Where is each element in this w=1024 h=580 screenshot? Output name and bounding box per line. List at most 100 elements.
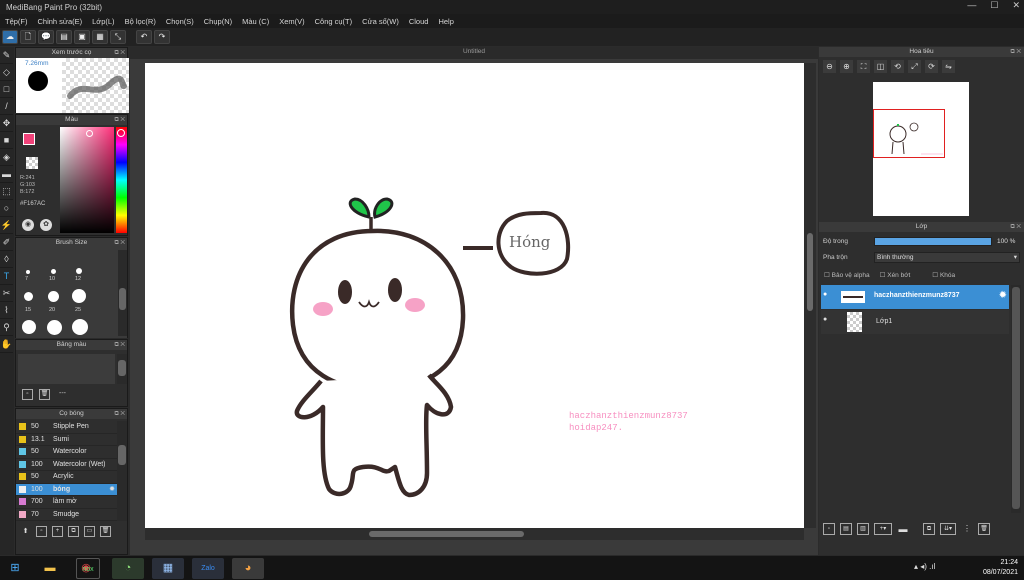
- size-dot-15[interactable]: [24, 292, 33, 301]
- menu-window[interactable]: Cửa sổ(W): [357, 17, 404, 26]
- brush-duplicate-icon[interactable]: ⧉: [68, 526, 79, 537]
- dropper-icon[interactable]: ⌇: [0, 302, 13, 319]
- brush-item[interactable]: 50 Watercolor: [16, 446, 117, 459]
- visibility-eye-icon[interactable]: ●: [823, 291, 827, 298]
- layer-folder-icon[interactable]: ▬: [897, 523, 909, 535]
- palette-scrollbar[interactable]: [117, 354, 127, 384]
- visibility-eye-icon[interactable]: ●: [823, 316, 827, 323]
- comment-icon[interactable]: 💬: [38, 30, 54, 44]
- brush-item-selected[interactable]: 100 bóng ✹: [16, 483, 117, 496]
- system-tray-icons[interactable]: ▴ ◂) .ıl: [914, 562, 935, 571]
- select-icon[interactable]: ⬚: [0, 183, 13, 200]
- layer-row[interactable]: ● Lớp1: [821, 310, 1009, 334]
- bucket-icon[interactable]: ◈: [0, 149, 13, 166]
- brush-list-scrollbar[interactable]: [117, 421, 127, 521]
- taskbar-clock[interactable]: 21:24 08/07/2021: [983, 558, 1018, 578]
- menu-help[interactable]: Help: [433, 17, 458, 26]
- size-dot-7[interactable]: [26, 270, 30, 274]
- panel-menu-icon[interactable]: ⧉ ✕: [114, 238, 125, 248]
- new-layer-menu-icon[interactable]: +▾: [874, 523, 892, 535]
- panel-menu-icon[interactable]: ⧉ ✕: [1010, 222, 1021, 232]
- layer-icon[interactable]: ▣: [74, 30, 90, 44]
- fullscreen-icon[interactable]: ⤢: [908, 60, 921, 73]
- hand-icon[interactable]: ✋: [0, 336, 13, 353]
- menu-file[interactable]: Tệp(F): [0, 17, 33, 26]
- opacity-slider[interactable]: [874, 237, 992, 246]
- panel-menu-icon[interactable]: ⧉ ✕: [1010, 47, 1021, 57]
- brush-settings-icon[interactable]: ✹: [109, 485, 115, 493]
- canvas-horizontal-scrollbar[interactable]: [145, 528, 804, 540]
- brush-add-icon[interactable]: +: [52, 526, 63, 537]
- merge-layer-icon[interactable]: ⇊▾: [940, 523, 956, 535]
- palette-area[interactable]: [18, 354, 115, 384]
- magic-wand-icon[interactable]: ⚡: [0, 217, 13, 234]
- eyedropper-color-icon[interactable]: ◉: [22, 219, 34, 231]
- new-palette-icon[interactable]: ▫: [22, 389, 33, 400]
- fit-icon[interactable]: ⛶: [857, 60, 870, 73]
- zalo-icon[interactable]: Zalo: [192, 558, 224, 579]
- hue-slider[interactable]: [116, 127, 127, 233]
- menu-filter[interactable]: Bộ lọc(R): [120, 17, 161, 26]
- primary-color-swatch[interactable]: [23, 133, 35, 145]
- transform-icon[interactable]: ⤡: [110, 30, 126, 44]
- menu-tools[interactable]: Công cụ(T): [310, 17, 358, 26]
- zoom-in-icon[interactable]: ⊕: [840, 60, 853, 73]
- brush-item[interactable]: 700 làm mờ: [16, 496, 117, 509]
- canvas-vertical-scrollbar[interactable]: [804, 63, 816, 528]
- drawing-canvas[interactable]: Hóng haczhanzthienzmunz8737 hoidap247.: [145, 63, 804, 528]
- panel-menu-icon[interactable]: ⧉ ✕: [114, 48, 125, 58]
- brush-new-icon[interactable]: ▫: [36, 526, 47, 537]
- duplicate-layer-icon[interactable]: ⧉: [923, 523, 935, 535]
- select-eraser-icon[interactable]: ◊: [0, 251, 13, 268]
- brush-item[interactable]: 50 Acrylic: [16, 471, 117, 484]
- eraser-icon[interactable]: ◇: [0, 64, 13, 81]
- brush-icon[interactable]: /: [0, 98, 13, 115]
- undo-icon[interactable]: ↶: [136, 30, 152, 44]
- medibang-icon[interactable]: ◕: [232, 558, 264, 579]
- lasso-icon[interactable]: ○: [0, 200, 13, 217]
- delete-palette-icon[interactable]: 🗑: [39, 389, 50, 400]
- fill-rect-icon[interactable]: ■: [0, 132, 13, 149]
- size-dot-30[interactable]: [22, 320, 36, 334]
- move-icon[interactable]: ✥: [0, 115, 13, 132]
- size-dot-12[interactable]: [76, 268, 82, 274]
- new-1bit-layer-icon[interactable]: ▥: [857, 523, 869, 535]
- pen-icon[interactable]: ✎: [0, 47, 13, 64]
- panel-menu-icon[interactable]: ⧉ ✕: [114, 340, 125, 350]
- new-halftone-layer-icon[interactable]: ▤: [840, 523, 852, 535]
- close-button[interactable]: ✕: [1012, 0, 1020, 11]
- palette-select[interactable]: ---: [59, 390, 66, 397]
- clipping-checkbox[interactable]: ☐ Xén bớt: [880, 271, 911, 279]
- menu-layer[interactable]: Lớp(L): [87, 17, 119, 26]
- lock-checkbox[interactable]: ☐ Khóa: [932, 271, 955, 279]
- size-dot-25[interactable]: [72, 289, 86, 303]
- color-picker-cursor[interactable]: [86, 130, 93, 137]
- actual-size-icon[interactable]: ◫: [874, 60, 887, 73]
- gradient-icon[interactable]: ▬: [0, 166, 13, 183]
- text-icon[interactable]: T: [0, 268, 13, 285]
- divide-icon[interactable]: ✂: [0, 285, 13, 302]
- navigator-preview[interactable]: [873, 82, 969, 216]
- rotate-right-icon[interactable]: ⟳: [925, 60, 938, 73]
- select-pen-icon[interactable]: ✐: [0, 234, 13, 251]
- start-button-icon[interactable]: ⊞: [0, 558, 30, 579]
- size-dot-10[interactable]: [51, 269, 56, 274]
- maximize-button[interactable]: ☐: [990, 0, 998, 11]
- panel-menu-icon[interactable]: ⧉ ✕: [114, 409, 125, 419]
- document-tab[interactable]: Untitled: [130, 47, 818, 59]
- layer-settings-icon[interactable]: ✹: [999, 290, 1007, 301]
- color-wheel-icon[interactable]: ✿: [40, 219, 52, 231]
- panel-menu-icon[interactable]: ⧉ ✕: [114, 115, 125, 125]
- layer-row-selected[interactable]: ● haczhanzthienzmunz8737 ✹: [821, 285, 1009, 309]
- brush-delete-icon[interactable]: 🗑: [100, 526, 111, 537]
- saturation-value-square[interactable]: [60, 127, 114, 233]
- hue-handle[interactable]: [117, 129, 125, 137]
- brush-item[interactable]: 70 Smudge: [16, 509, 117, 521]
- menu-snap[interactable]: Chụp(N): [199, 17, 237, 26]
- redo-icon[interactable]: ↷: [154, 30, 170, 44]
- size-dot-20[interactable]: [48, 291, 59, 302]
- save-icon[interactable]: ▤: [56, 30, 72, 44]
- cloud-icon[interactable]: ☁: [2, 30, 18, 44]
- app-icon[interactable]: ◔: [112, 558, 144, 579]
- new-layer-icon[interactable]: ▫: [823, 523, 835, 535]
